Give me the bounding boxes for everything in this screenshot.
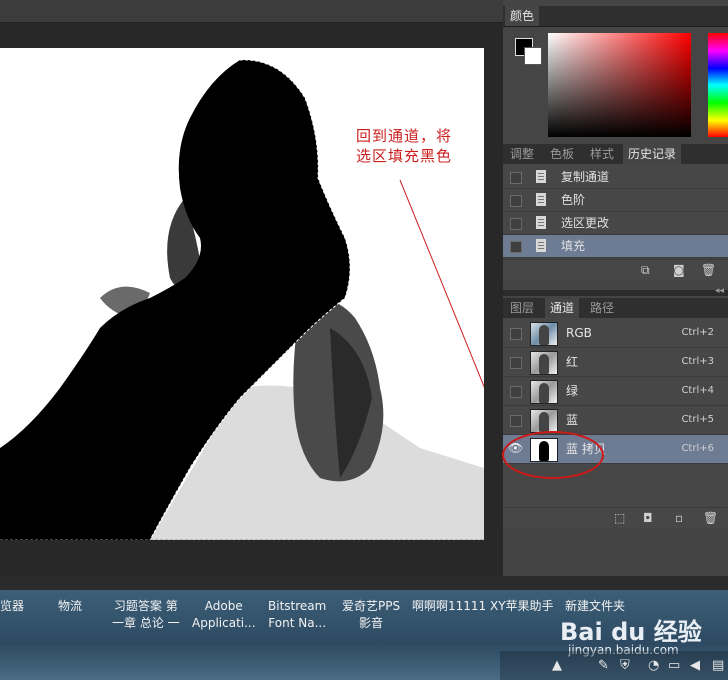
annotation-ellipse (502, 431, 604, 479)
document-canvas[interactable] (0, 48, 484, 540)
tab-swatches[interactable]: 色板 (545, 144, 579, 164)
load-selection-icon[interactable]: ⬚ (614, 512, 625, 524)
notification-icon[interactable]: ▤ (712, 658, 724, 673)
history-item[interactable]: 复制通道 (503, 166, 728, 189)
tab-channels[interactable]: 通道 (545, 298, 580, 318)
history-item-active[interactable]: 填充 (503, 235, 728, 258)
taskbar-item[interactable]: Bitstream Font Na... (268, 598, 326, 632)
taskbar-item[interactable]: 爱奇艺PPS 影音 (342, 598, 400, 632)
history-item-label: 填充 (561, 239, 586, 253)
channel-thumbnail (530, 409, 558, 433)
baidu-watermark: Bai du 经验 (560, 618, 702, 646)
history-snapshot-checkbox[interactable] (510, 218, 522, 230)
panel-divider[interactable]: ◂◂ (503, 286, 728, 296)
collapse-arrows-icon[interactable]: ◂◂ (715, 286, 724, 296)
visibility-toggle[interactable] (510, 415, 522, 427)
color-picker-field[interactable] (548, 33, 691, 137)
right-panel-dock: 颜色 调整 色板 样式 历史记录 复制通道 色阶 选区更改 填充 ⧉ ◙ 🗑 ◂… (503, 0, 728, 590)
channel-shortcut: Ctrl+5 (681, 414, 714, 425)
history-snapshot-checkbox[interactable] (510, 172, 522, 184)
visibility-toggle[interactable] (510, 328, 522, 340)
channel-row[interactable]: 蓝 Ctrl+5 (503, 406, 728, 435)
tab-styles[interactable]: 样式 (585, 144, 619, 164)
status-bar (0, 576, 728, 590)
volume-icon[interactable]: ◀ (690, 658, 700, 673)
hue-slider[interactable] (708, 33, 728, 137)
tab-history[interactable]: 历史记录 (623, 144, 682, 164)
battery-icon[interactable]: ▭ (668, 658, 680, 673)
history-item-label: 复制通道 (561, 170, 610, 184)
document-icon (536, 216, 546, 229)
annotation-text: 回到通道，将 选区填充黑色 (356, 127, 453, 165)
channel-shortcut: Ctrl+2 (681, 327, 714, 338)
channels-panel-footer: ⬚ ◘ ▫ 🗑 (503, 507, 728, 528)
channels-list: RGB Ctrl+2 红 Ctrl+3 绿 Ctrl+4 蓝 Ctrl+5 👁 … (503, 318, 728, 508)
color-panel-tabs: 颜色 (503, 6, 728, 27)
document-tab-bar (0, 0, 503, 23)
document-icon (536, 239, 546, 252)
tab-paths[interactable]: 路径 (585, 298, 619, 318)
visibility-toggle[interactable] (510, 386, 522, 398)
camera-snapshot-icon[interactable]: ◙ (673, 264, 685, 276)
channel-name: 绿 (566, 384, 579, 398)
new-document-from-state-icon[interactable]: ⧉ (641, 264, 650, 276)
new-channel-icon[interactable]: ▫ (675, 512, 683, 524)
history-item-label: 色阶 (561, 193, 586, 207)
channel-row[interactable]: 红 Ctrl+3 (503, 348, 728, 377)
taskbar-item[interactable]: Adobe Applicati... (192, 598, 256, 632)
channel-thumbnail (530, 322, 558, 346)
network-icon[interactable]: ◔ (648, 658, 659, 673)
save-selection-icon[interactable]: ◘ (643, 512, 653, 524)
taskbar-item[interactable]: 览器 (0, 598, 24, 615)
history-item[interactable]: 选区更改 (503, 212, 728, 235)
channel-name: RGB (566, 326, 592, 340)
layers-panel-tabs: 图层 通道 路径 (503, 298, 728, 319)
taskbar-item[interactable]: 啊啊啊11111 (412, 598, 486, 615)
taskbar-item[interactable]: 物流 (58, 598, 82, 615)
history-panel-footer: ⧉ ◙ 🗑 (503, 259, 728, 280)
history-snapshot-checkbox[interactable] (510, 195, 522, 207)
history-snapshot-checkbox[interactable] (510, 241, 522, 253)
chevron-up-icon[interactable]: ▲ (552, 658, 562, 673)
channel-thumbnail (530, 380, 558, 404)
channel-shortcut: Ctrl+6 (681, 443, 714, 454)
canvas-image (0, 59, 484, 540)
channel-row[interactable]: 绿 Ctrl+4 (503, 377, 728, 406)
taskbar-item[interactable]: XY苹果助手 (490, 598, 554, 615)
shield-icon[interactable]: ⛨ (620, 658, 630, 673)
history-item-label: 选区更改 (561, 216, 610, 230)
history-panel-tabs: 调整 色板 样式 历史记录 (503, 144, 728, 165)
channel-row[interactable]: RGB Ctrl+2 (503, 319, 728, 348)
channel-name: 蓝 (566, 413, 579, 427)
history-item[interactable]: 色阶 (503, 189, 728, 212)
channel-shortcut: Ctrl+4 (681, 385, 714, 396)
channel-name: 红 (566, 355, 579, 369)
tab-color[interactable]: 颜色 (505, 6, 540, 26)
trash-icon[interactable]: 🗑 (703, 512, 718, 524)
channel-thumbnail (530, 351, 558, 375)
tab-layers[interactable]: 图层 (505, 298, 539, 318)
trash-icon[interactable]: 🗑 (701, 264, 716, 276)
history-list: 复制通道 色阶 选区更改 填充 (503, 164, 728, 258)
document-icon (536, 193, 546, 206)
background-color-swatch[interactable] (524, 47, 542, 65)
document-icon (536, 170, 546, 183)
input-method-icon[interactable]: ✎ (598, 658, 609, 673)
channel-shortcut: Ctrl+3 (681, 356, 714, 367)
visibility-toggle[interactable] (510, 357, 522, 369)
tab-adjustments[interactable]: 调整 (505, 144, 539, 164)
taskbar-item[interactable]: 习题答案 第 一章 总论 一 (112, 598, 180, 632)
